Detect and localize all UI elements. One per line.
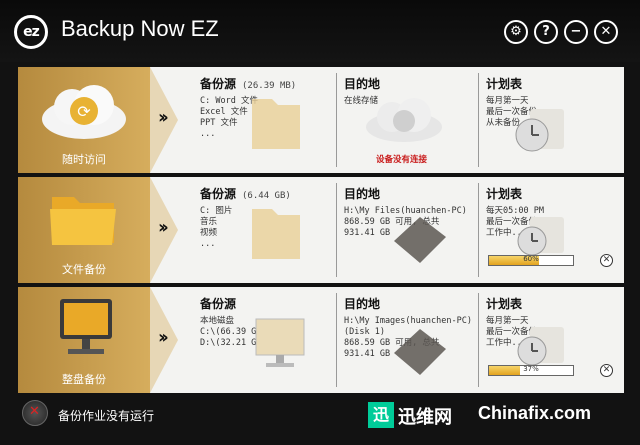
cancel-job-icon[interactable]: ✕	[600, 364, 613, 377]
settings-icon[interactable]: ⚙	[504, 20, 528, 44]
backup-job-file-backup[interactable]: 文件备份 ›› 备份源 (6.44 GB) C: 图片 音乐 视频 ... 目的地…	[18, 177, 624, 283]
minimize-icon[interactable]: −	[564, 20, 588, 44]
app-title: Backup Now EZ	[61, 16, 219, 41]
job-label: 整盘备份	[62, 373, 106, 386]
close-icon[interactable]: ✕	[594, 20, 618, 44]
source-size: (6.44 GB)	[242, 191, 291, 201]
chevron-right-icon: ››	[158, 217, 169, 238]
progress-text: 60%	[523, 255, 539, 263]
progress-text: 37%	[523, 365, 539, 373]
watermark-badge: 迅	[368, 402, 394, 428]
device-disconnected-warning: 设备没有连接	[376, 155, 428, 165]
calendar-clock-icon	[517, 217, 564, 256]
folder-icon	[252, 99, 300, 149]
chevron-right-icon: ››	[158, 107, 169, 128]
cancel-job-icon[interactable]: ✕	[600, 254, 613, 267]
schedule-heading: 计划表	[486, 297, 523, 311]
cloud-icon	[366, 98, 442, 142]
status-text: 备份作业没有运行	[58, 409, 155, 423]
destination-heading: 目的地	[344, 297, 381, 311]
source-heading: 备份源	[200, 297, 237, 311]
calendar-clock-icon	[517, 327, 564, 366]
watermark-brand-cn: 迅维网	[398, 407, 452, 428]
progress-bar: 37%	[488, 365, 574, 376]
job-label: 文件备份	[62, 263, 106, 276]
app-logo: ez	[14, 15, 48, 49]
source-heading: 备份源	[200, 77, 237, 91]
chevron-right-icon: ››	[158, 327, 169, 348]
source-heading: 备份源	[200, 187, 237, 201]
backup-job-anytime-access[interactable]: ⟳ 随时访问 ›› 备份源 (26.39 MB) C: Word 文件 Excel…	[18, 67, 624, 173]
drive-icon	[394, 217, 446, 263]
monitor-icon	[255, 318, 305, 367]
schedule-heading: 计划表	[486, 77, 523, 91]
destination-heading: 目的地	[344, 77, 381, 91]
computer-icon	[60, 299, 112, 354]
progress-bar: 60%	[488, 255, 574, 266]
svg-text:⟳: ⟳	[77, 102, 91, 121]
calendar-clock-icon	[515, 109, 564, 152]
cloud-sync-icon: ⟳	[42, 85, 126, 139]
watermark-brand-en: Chinafix.com	[478, 403, 592, 423]
schedule-heading: 计划表	[486, 187, 523, 201]
folder-icon	[252, 209, 300, 259]
job-label: 随时访问	[62, 153, 106, 166]
status-stopped-icon	[22, 400, 48, 426]
drive-icon	[394, 329, 446, 375]
backup-job-disk-image[interactable]: 整盘备份 ›› 备份源 本地磁盘 C:\(66.39 GB) D:\(32.21…	[18, 287, 624, 393]
help-icon[interactable]: ?	[534, 20, 558, 44]
destination-heading: 目的地	[344, 187, 381, 201]
title-bar: ez Backup Now EZ ⚙ ? − ✕	[0, 0, 640, 62]
folder-icon	[50, 197, 116, 245]
source-size: (26.39 MB)	[242, 81, 297, 91]
